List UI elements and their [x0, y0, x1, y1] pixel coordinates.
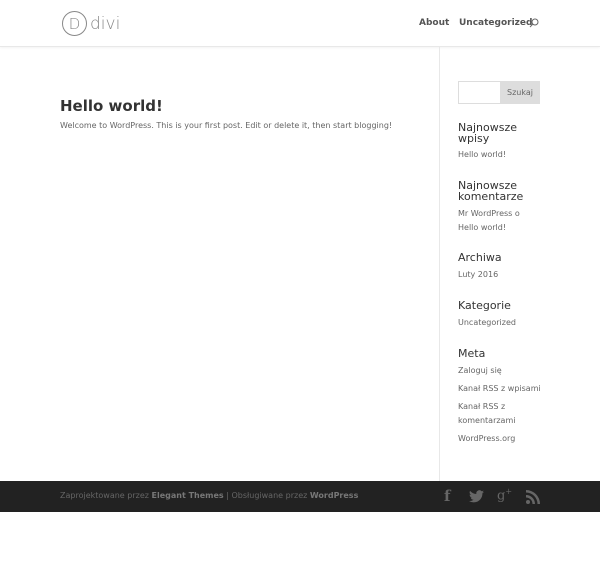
footer-credits: Zaprojektowane przez Elegant Themes | Ob… — [60, 491, 358, 500]
widget-link[interactable]: WordPress.org — [458, 432, 543, 446]
nav-about[interactable]: About — [419, 18, 449, 28]
search-input[interactable] — [458, 81, 500, 104]
widget-title-recent-comments: Najnowsze komentarze — [458, 179, 524, 203]
widget-title-recent-posts: Najnowsze wpisy — [458, 121, 517, 145]
widget-link[interactable]: Kanał RSS z komentarzami — [458, 400, 533, 428]
sidebar-divider — [439, 47, 440, 481]
site-footer: Zaprojektowane przez Elegant Themes | Ob… — [0, 481, 600, 512]
logo-text: divi — [90, 13, 121, 34]
google-plus-icon[interactable]: g+ — [497, 487, 512, 503]
search-icon[interactable] — [529, 18, 539, 28]
post-excerpt: Welcome to WordPress. This is your first… — [60, 121, 393, 130]
widget-title-meta: Meta — [458, 347, 486, 360]
elegant-themes-link[interactable]: Elegant Themes — [152, 491, 224, 500]
logo[interactable]: D divi — [62, 11, 120, 36]
logo-mark: D — [62, 11, 87, 36]
widget-link[interactable]: Zaloguj się — [458, 364, 543, 378]
credits-text: | Obsługiwane przez — [223, 491, 310, 500]
twitter-icon[interactable] — [469, 490, 484, 503]
widget-link[interactable]: Luty 2016 — [458, 268, 543, 282]
search-button[interactable]: Szukaj — [500, 81, 540, 104]
post-title[interactable]: Hello world! — [60, 97, 163, 115]
facebook-icon[interactable]: f — [444, 487, 450, 505]
nav-uncategorized[interactable]: Uncategorized — [459, 18, 532, 28]
site-header: D divi About Uncategorized — [0, 0, 600, 47]
widget-title-categories: Kategorie — [458, 299, 511, 312]
wordpress-link[interactable]: WordPress — [310, 491, 358, 500]
rss-icon[interactable] — [526, 490, 540, 504]
widget-link[interactable]: Uncategorized — [458, 316, 543, 330]
widget-link[interactable]: Hello world! — [458, 148, 543, 162]
widget-title-archives: Archiwa — [458, 251, 502, 264]
credits-text: Zaprojektowane przez — [60, 491, 152, 500]
widget-link[interactable]: Kanał RSS z wpisami — [458, 382, 543, 396]
widget-link[interactable]: Mr WordPress o Hello world! — [458, 207, 528, 235]
